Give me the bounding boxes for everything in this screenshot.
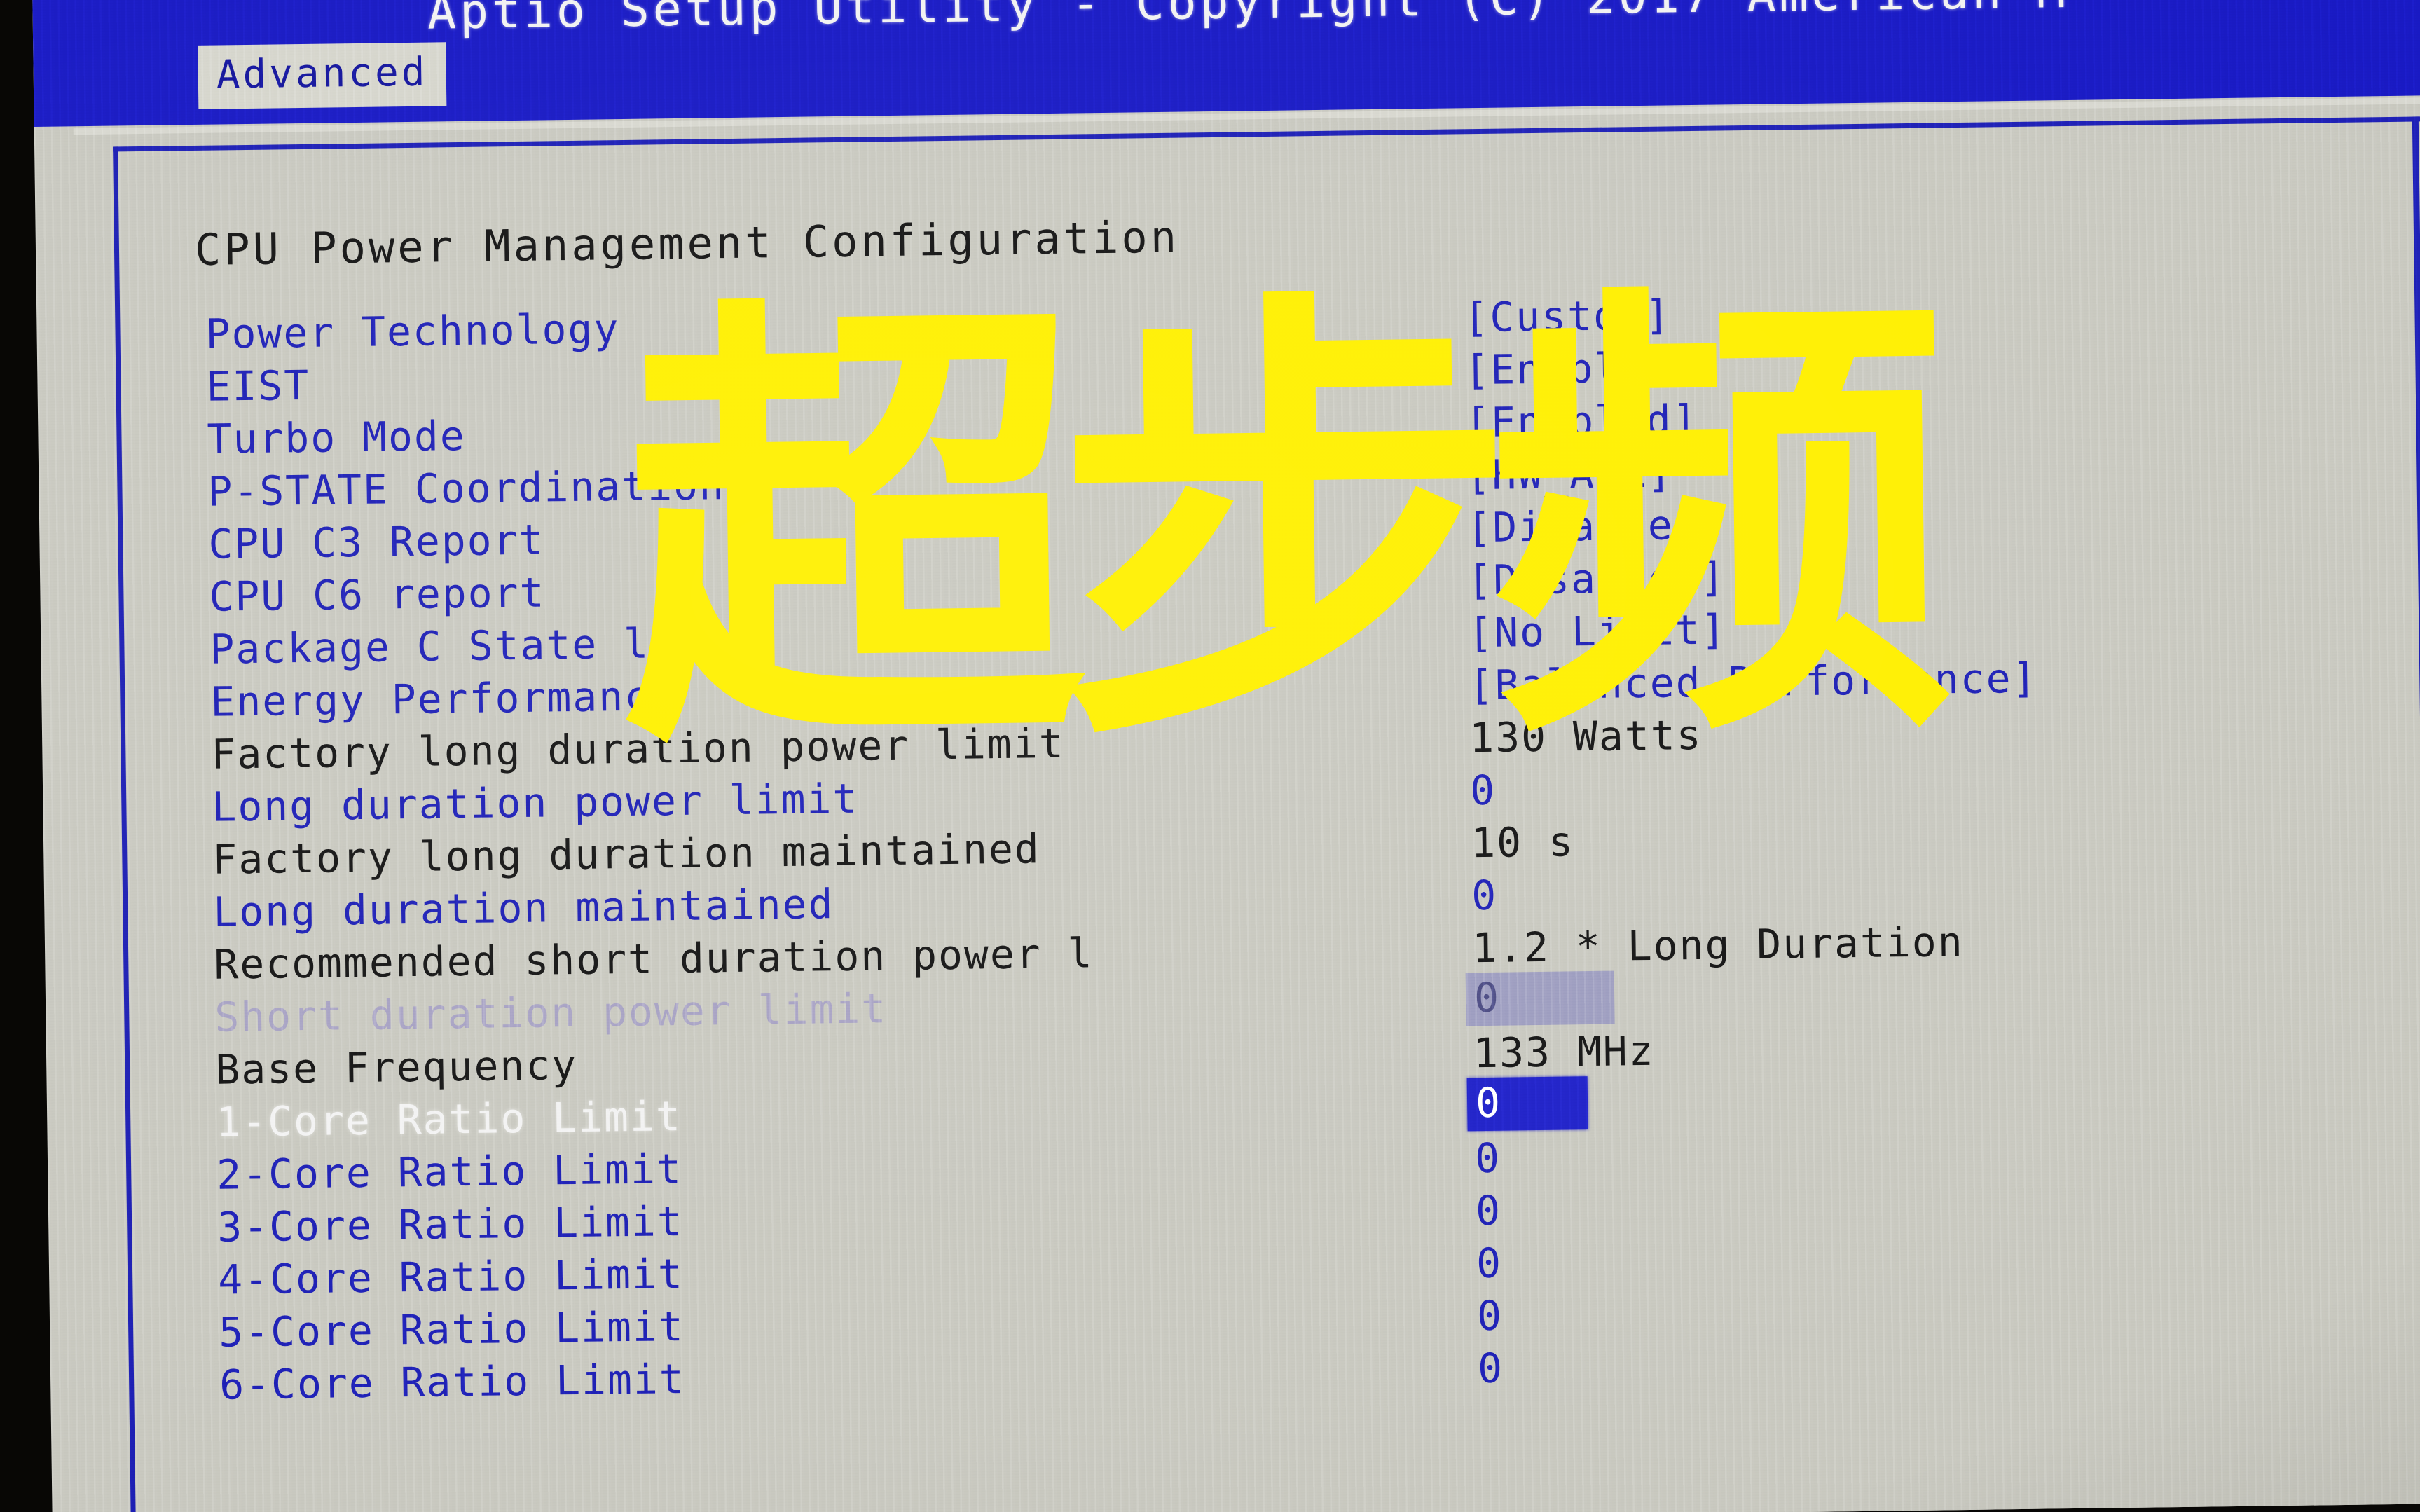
setting-value: 1.2 * Long Duration — [1471, 918, 1965, 973]
setting-label: Power Technology — [205, 305, 620, 358]
tab-advanced[interactable]: Advanced — [198, 42, 447, 109]
setting-value: [Enabled] — [1464, 395, 1699, 447]
setting-label: 6-Core Ratio Limit — [219, 1354, 686, 1409]
setting-label: P-STATE Coordination — [207, 461, 726, 516]
settings-list: Power Technology [Custom] EIST [Enabled] Tur… — [162, 281, 2420, 1415]
setting-value: 0 — [1469, 766, 1497, 815]
setting-value: 0 — [1474, 1134, 1501, 1183]
setting-label: Factory long duration power limit — [210, 719, 1066, 778]
setting-value: 0 — [1476, 1291, 1504, 1340]
setting-value: 0 — [1476, 1239, 1503, 1288]
setting-value-field[interactable]: 0 — [1465, 970, 1615, 1026]
setting-value: [Disabled] — [1466, 553, 1726, 605]
bios-screen: Aptio Setup Utility - Copyright (C) 2017… — [32, 0, 2420, 1512]
setting-value: [Custom] — [1463, 291, 1672, 342]
setting-label: 5-Core Ratio Limit — [218, 1302, 685, 1356]
setting-label: 2-Core Ratio Limit — [216, 1145, 683, 1199]
setting-label: Factory long duration maintained — [212, 825, 1041, 884]
setting-value: [HW_ALL] — [1465, 448, 1674, 500]
setting-value: [Balanced Performance] — [1468, 654, 2038, 710]
setting-label: Turbo Mode — [207, 411, 467, 463]
setting-label: 1-Core Ratio Limit — [215, 1092, 682, 1146]
setting-label: 3-Core Ratio Limit — [216, 1197, 684, 1251]
setting-label: Short duration power limit — [214, 984, 888, 1041]
bios-tab-bar: Advanced — [198, 42, 447, 109]
bios-window-title: Aptio Setup Utility - Copyright (C) 2017… — [427, 0, 2070, 41]
setting-value: 0 — [1471, 871, 1498, 920]
setting-label: CPU C3 Report — [208, 516, 545, 568]
setting-label: Package C State limit — [209, 618, 754, 673]
setting-value: [Disabled] — [1466, 500, 1726, 552]
page-title: CPU Power Management Configuration — [194, 211, 1180, 275]
setting-label: Long duration power limit — [211, 774, 859, 831]
setting-value: 130 Watts — [1469, 710, 1703, 762]
setting-label: Long duration maintained — [212, 880, 834, 936]
setting-label: 4-Core Ratio Limit — [217, 1249, 685, 1304]
bios-settings-panel: CPU Power Management Configuration Power… — [113, 116, 2420, 1512]
bios-content-frame: CPU Power Management Configuration Power… — [73, 97, 2420, 1512]
setting-value: 0 — [1477, 1344, 1504, 1393]
setting-value: 133 MHz — [1473, 1026, 1656, 1078]
setting-value: [No Limit] — [1467, 605, 1727, 657]
setting-label: CPU C6 report — [209, 568, 546, 621]
monitor-photo: Aptio Setup Utility - Copyright (C) 2017… — [0, 0, 2420, 1512]
setting-label: Base Frequency — [214, 1040, 578, 1094]
setting-label: EIST — [206, 361, 310, 411]
setting-value-field[interactable]: 0 — [1466, 1076, 1588, 1132]
setting-label: Energy Performance — [210, 672, 677, 726]
setting-value: 10 s — [1470, 818, 1575, 867]
setting-value: 0 — [1475, 1186, 1502, 1235]
setting-value: [Enabled] — [1464, 343, 1698, 394]
